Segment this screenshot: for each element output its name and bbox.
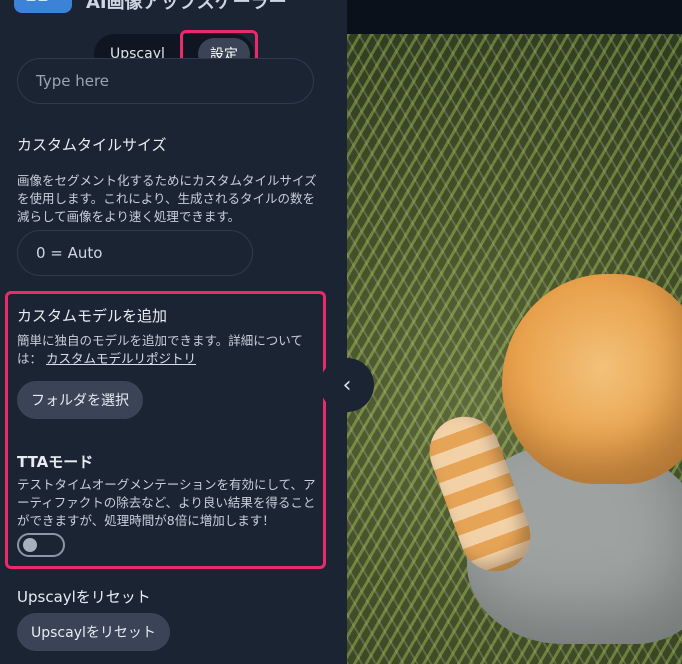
- tta-title: TTAモード: [17, 453, 94, 471]
- tta-toggle[interactable]: [17, 533, 65, 557]
- custom-model-description: 簡単に独自のモデルを追加できます。詳細については： カスタムモデルリポジトリ: [17, 332, 322, 368]
- tta-description: テストタイムオーグメンテーションを有効にして、アーティファクトの除去など、より良…: [17, 477, 316, 528]
- chevron-left-icon: ‹: [342, 372, 352, 398]
- custom-tile-input[interactable]: 0 = Auto: [17, 230, 253, 276]
- collapse-sidebar-button[interactable]: ‹: [320, 358, 374, 412]
- custom-model-repo-link[interactable]: カスタムモデルリポジトリ: [46, 351, 196, 366]
- image-preview: [347, 34, 682, 664]
- top-bar: [347, 0, 682, 34]
- text-input-partial[interactable]: Type here: [17, 58, 314, 104]
- tta-toggle-knob: [23, 538, 37, 552]
- app-header: AI画像アップスケーラー: [14, 0, 287, 16]
- select-folder-button[interactable]: フォルダを選択: [17, 381, 143, 419]
- reset-title: Upscaylをリセット: [17, 588, 151, 606]
- custom-tile-title: カスタムタイルサイズ: [17, 136, 167, 154]
- app-title: AI画像アップスケーラー: [86, 0, 287, 13]
- app-logo-icon: [14, 0, 72, 13]
- custom-model-title: カスタムモデルを追加: [17, 307, 168, 325]
- custom-tile-description: 画像をセグメント化するためにカスタムタイルサイズを使用します。これにより、生成さ…: [17, 173, 317, 224]
- settings-sidebar: AI画像アップスケーラー Upscayl 設定 Type here カスタムタイ…: [0, 0, 347, 664]
- reset-upscayl-button[interactable]: Upscaylをリセット: [17, 613, 170, 651]
